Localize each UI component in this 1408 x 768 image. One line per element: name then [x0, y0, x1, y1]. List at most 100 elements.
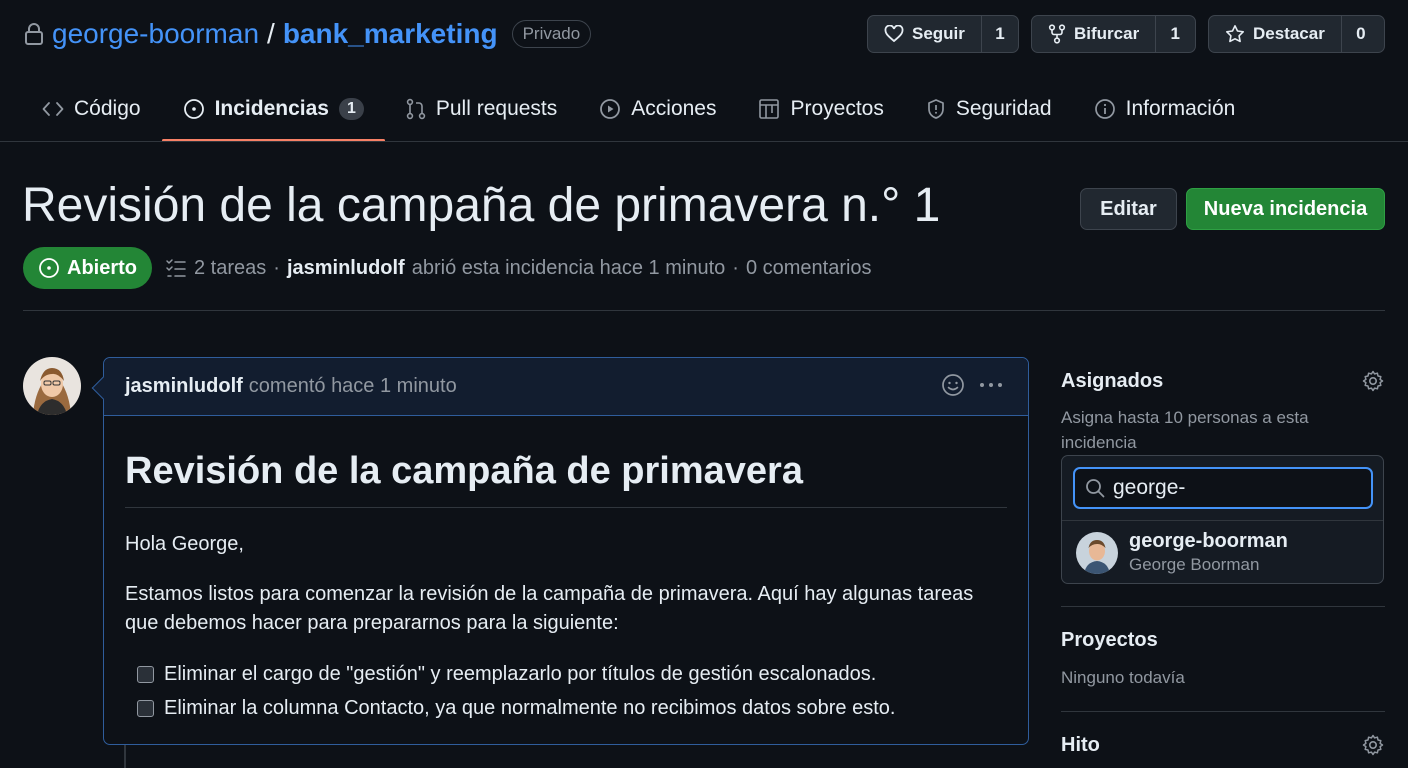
assignee-picker: george-boorman George Boorman — [1061, 455, 1384, 584]
smiley-icon[interactable] — [941, 373, 965, 397]
sidebar-divider — [1061, 606, 1385, 607]
tab-actions[interactable]: Acciones — [578, 84, 737, 134]
edit-button[interactable]: Editar — [1080, 188, 1177, 230]
gear-icon[interactable] — [1362, 734, 1384, 756]
new-issue-button[interactable]: Nueva incidencia — [1186, 188, 1385, 230]
heading-rule — [125, 507, 1007, 508]
meta-separator: · — [732, 256, 739, 279]
watch-count[interactable]: 1 — [982, 16, 1018, 52]
tab-actions-label: Acciones — [631, 97, 717, 120]
tab-issues[interactable]: Incidencias 1 — [161, 84, 386, 142]
tab-code[interactable]: Código — [24, 84, 162, 134]
sidebar-divider — [1061, 711, 1385, 712]
picker-divider — [1062, 520, 1383, 521]
fork-icon — [1048, 24, 1066, 44]
tab-pull-requests-label: Pull requests — [435, 97, 558, 120]
kebab-menu-icon[interactable] — [979, 373, 1003, 397]
repo-separator: / — [267, 18, 275, 49]
gear-icon[interactable] — [1362, 370, 1384, 392]
assignee-search-box — [1073, 467, 1373, 509]
comment-card: jasminludolf comentó hace 1 minuto Revis… — [91, 357, 1029, 745]
comment-heading: Revisión de la campaña de primavera — [125, 450, 803, 492]
fork-label: Bifurcar — [1074, 24, 1140, 43]
suggestion-login: george-boorman — [1129, 530, 1288, 552]
tab-issues-count: 1 — [338, 98, 364, 120]
search-icon — [1085, 478, 1105, 498]
tab-security-label: Seguridad — [955, 97, 1052, 120]
repo-nav-tabs: Código Incidencias 1 Pull requests Accio… — [24, 84, 1257, 142]
watch-button-group: Seguir 1 — [867, 15, 1019, 53]
info-icon — [1094, 98, 1116, 120]
issue-open-icon — [38, 257, 60, 279]
watch-label: Seguir — [912, 24, 965, 43]
assignees-hint-line-1: Asigna hasta 10 personas a esta — [1061, 408, 1309, 427]
assignees-title: Asignados — [1061, 370, 1164, 392]
star-label: Destacar — [1253, 24, 1325, 43]
tab-security[interactable]: Seguridad — [905, 84, 1073, 134]
task-item: Eliminar el cargo de "gestión" y reempla… — [137, 663, 876, 686]
header-divider — [0, 141, 1408, 142]
comment-paragraph-line-2: que debemos hacer para prepararnos para … — [125, 612, 619, 634]
tab-issues-label: Incidencias — [214, 97, 329, 120]
tab-projects-label: Proyectos — [790, 97, 884, 120]
status-label: Abierto — [67, 256, 137, 279]
tab-insights[interactable]: Información — [1073, 84, 1257, 134]
fork-button-group: Bifurcar 1 — [1031, 15, 1196, 53]
projects-title: Proyectos — [1061, 629, 1158, 651]
suggestion-name: George Boorman — [1129, 555, 1260, 574]
shield-icon — [926, 98, 946, 120]
comment-paragraph-line-1: Estamos listos para comenzar la revisión… — [125, 583, 974, 605]
task-label: Eliminar la columna Contacto, ya que nor… — [164, 697, 896, 719]
heart-icon — [884, 25, 904, 43]
task-checkbox[interactable] — [137, 666, 154, 683]
task-checkbox[interactable] — [137, 700, 154, 717]
task-count[interactable]: 2 tareas — [194, 257, 266, 280]
task-label: Eliminar el cargo de "gestión" y reempla… — [164, 663, 877, 685]
issue-icon — [183, 98, 205, 120]
watch-button[interactable]: Seguir — [868, 16, 982, 52]
projects-value: Ninguno todavía — [1061, 668, 1185, 687]
repo-name-link[interactable]: bank_marketing — [283, 18, 498, 50]
task-item: Eliminar la columna Contacto, ya que nor… — [137, 697, 895, 720]
play-icon — [599, 98, 621, 120]
suggestion-avatar — [1076, 531, 1118, 574]
comment-header: jasminludolf comentó hace 1 minuto — [91, 358, 1028, 416]
star-button-group: Destacar 0 — [1208, 15, 1385, 53]
fork-count[interactable]: 1 — [1156, 16, 1194, 52]
opened-text: abrió esta incidencia hace 1 minuto — [411, 256, 726, 279]
assignees-hint: Asigna hasta 10 personas a esta incidenc… — [1061, 405, 1361, 455]
issue-author-link[interactable]: jasminludolf — [287, 257, 405, 280]
lock-icon — [24, 23, 44, 45]
assignee-suggestion[interactable]: george-boorman George Boorman — [1076, 530, 1288, 575]
issue-meta: 2 tareas · jasminludolf abrió esta incid… — [165, 252, 872, 284]
comment-arrow — [91, 376, 115, 400]
tab-pull-requests[interactable]: Pull requests — [385, 84, 578, 134]
meta-separator: · — [273, 256, 280, 279]
tab-code-label: Código — [74, 97, 141, 120]
tasklist-icon — [165, 257, 187, 279]
comment-count: 0 comentarios — [745, 256, 872, 279]
assignees-hint-line-2: incidencia — [1061, 433, 1137, 452]
star-count[interactable]: 0 — [1342, 16, 1380, 52]
milestone-title: Hito — [1061, 734, 1100, 756]
visibility-badge: Privado — [511, 20, 592, 48]
repo-header: george-boorman / bank_marketing Privado — [24, 14, 592, 54]
timeline-line — [124, 745, 126, 768]
star-button[interactable]: Destacar — [1209, 16, 1342, 52]
code-icon — [42, 101, 64, 117]
table-icon — [758, 98, 780, 120]
title-divider — [23, 310, 1385, 311]
assignee-search-input[interactable] — [1113, 476, 1353, 500]
status-badge: Abierto — [23, 247, 152, 289]
tab-projects[interactable]: Proyectos — [737, 84, 904, 134]
fork-button[interactable]: Bifurcar — [1032, 16, 1157, 52]
avatar[interactable] — [23, 357, 81, 415]
pull-request-icon — [406, 98, 426, 120]
issue-title: Revisión de la campaña de primavera n.° … — [22, 179, 941, 232]
repo-owner-link[interactable]: george-boorman — [52, 18, 259, 50]
tab-insights-label: Información — [1125, 97, 1236, 120]
comment-greeting: Hola George, — [125, 533, 244, 555]
comment-timestamp: comentó hace 1 minuto — [248, 375, 457, 397]
comment-author-link[interactable]: jasminludolf — [125, 375, 243, 398]
star-icon — [1225, 24, 1245, 44]
